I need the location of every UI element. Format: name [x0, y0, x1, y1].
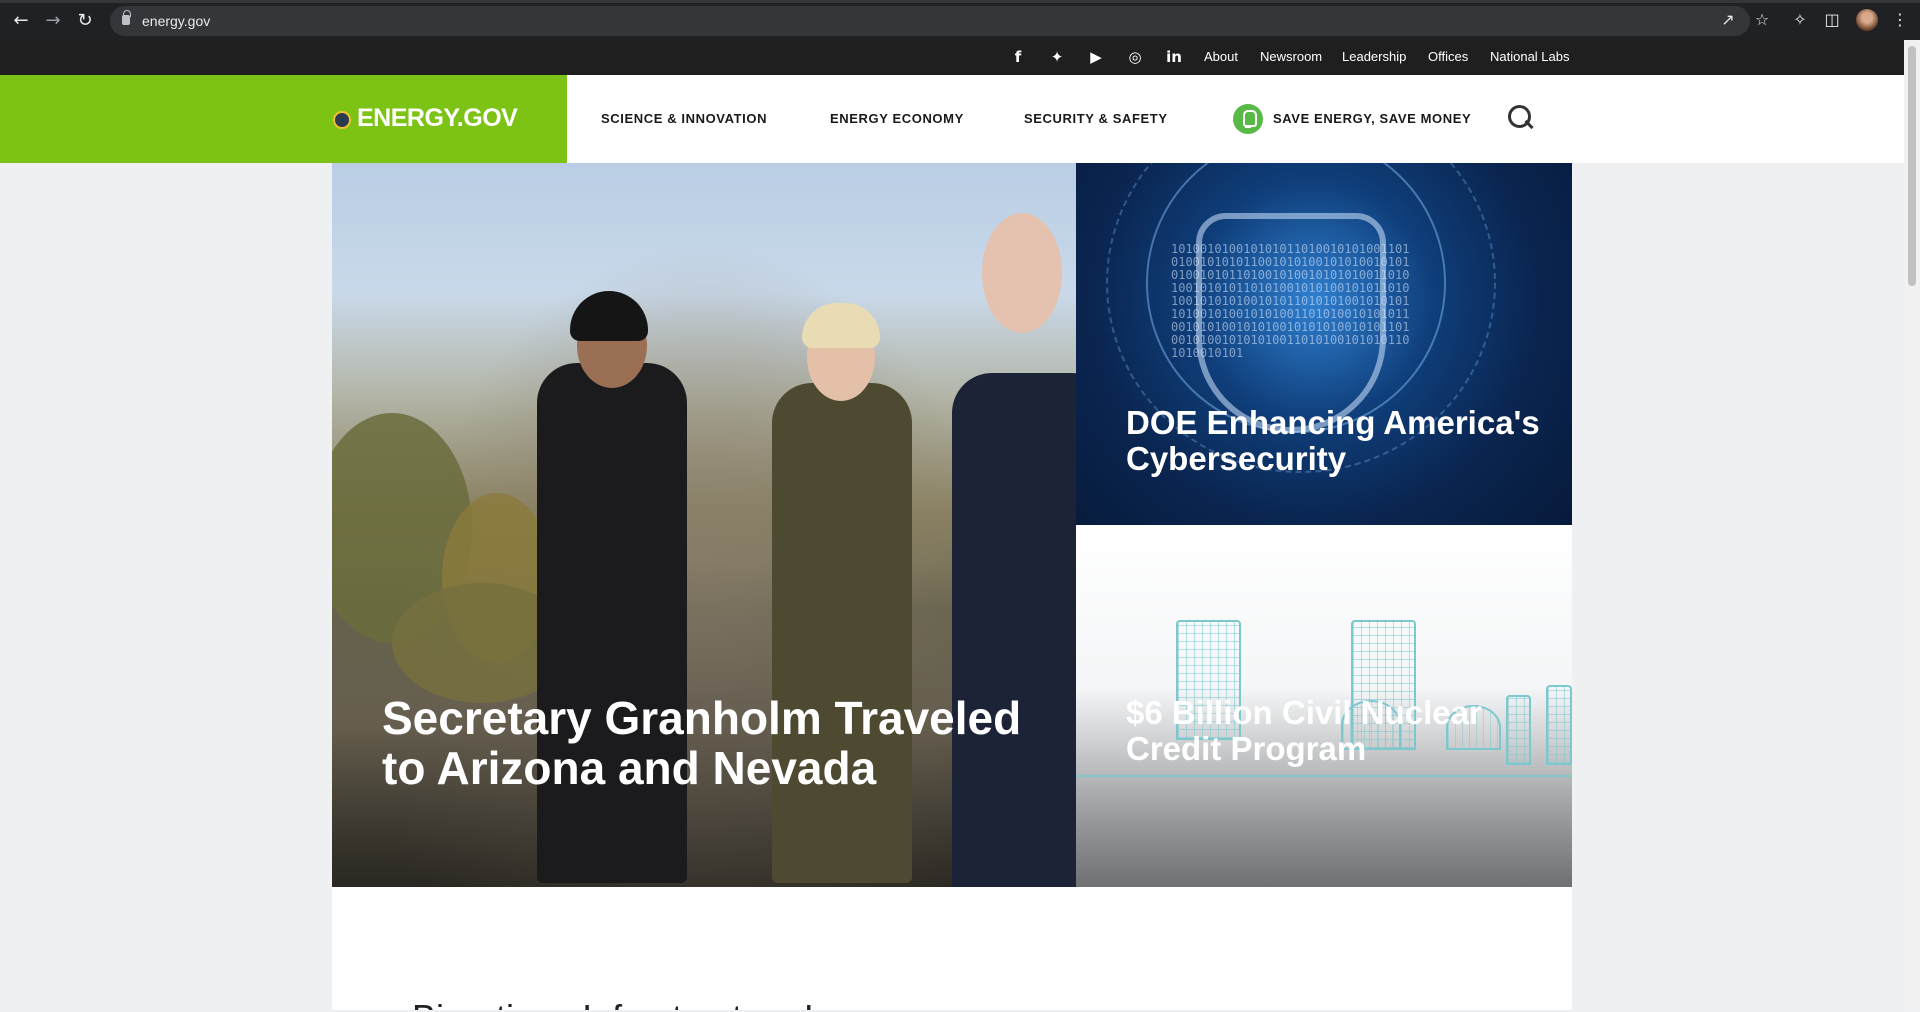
- tile-cybersecurity[interactable]: 1010010100101010110100101010011010100101…: [1076, 163, 1572, 525]
- content-section: Bipartisan Infrastructure Law: [332, 887, 1572, 1010]
- leadership-link[interactable]: Leadership: [1342, 49, 1406, 64]
- person-figure-image: [772, 383, 912, 883]
- bookmark-star-icon[interactable]: ☆: [1752, 10, 1772, 30]
- url-text: energy.gov: [142, 13, 211, 29]
- page-scrollbar[interactable]: [1904, 40, 1920, 1010]
- tile-title-civil-nuclear[interactable]: $6 Billion Civil Nuclear Credit Program: [1126, 695, 1546, 767]
- doe-seal-icon: [333, 111, 351, 129]
- shield-icon: [1196, 213, 1386, 433]
- newsroom-link[interactable]: Newsroom: [1260, 49, 1322, 64]
- tile-civil-nuclear[interactable]: $6 Billion Civil Nuclear Credit Program: [1076, 525, 1572, 887]
- facebook-icon[interactable]: f: [1008, 47, 1028, 67]
- nav-energy-economy[interactable]: ENERGY ECONOMY: [830, 111, 964, 126]
- logo-link[interactable]: ENERGY.GOV: [0, 75, 567, 163]
- address-bar[interactable]: energy.gov: [110, 6, 1750, 36]
- tile-title-cybersecurity[interactable]: DOE Enhancing America's Cybersecurity: [1126, 405, 1546, 477]
- back-arrow-icon[interactable]: ←: [10, 10, 32, 32]
- nav-security-safety[interactable]: SECURITY & SAFETY: [1024, 111, 1168, 126]
- about-link[interactable]: About: [1204, 49, 1238, 64]
- offices-link[interactable]: Offices: [1428, 49, 1468, 64]
- lightbulb-icon[interactable]: [1233, 104, 1263, 134]
- extensions-icon[interactable]: ✧: [1790, 10, 1810, 30]
- instagram-icon[interactable]: ◎: [1125, 47, 1145, 67]
- nav-science-innovation[interactable]: SCIENCE & INNOVATION: [601, 111, 767, 126]
- person-figure-image: [952, 373, 1076, 887]
- profile-avatar[interactable]: [1856, 9, 1878, 31]
- tab-strip-edge: [0, 0, 1920, 3]
- menu-kebab-icon[interactable]: ⋮: [1890, 10, 1910, 30]
- person-hair-image: [802, 303, 880, 348]
- youtube-icon[interactable]: ▶: [1086, 47, 1106, 67]
- nav-save-energy[interactable]: SAVE ENERGY, SAVE MONEY: [1273, 111, 1471, 126]
- hero-title[interactable]: Secretary Granholm Traveled to Arizona a…: [382, 693, 1022, 793]
- forward-arrow-icon[interactable]: →: [42, 10, 64, 32]
- site-header: ENERGY.GOV SCIENCE & INNOVATION ENERGY E…: [0, 75, 1904, 163]
- lock-icon[interactable]: [122, 10, 131, 25]
- linkedin-icon[interactable]: in: [1164, 47, 1184, 67]
- person-hair-image: [570, 291, 648, 341]
- browser-toolbar: ← → ↻ energy.gov ↗ ☆ ✧ ◫ ⋮: [0, 0, 1920, 40]
- side-panel-icon[interactable]: ◫: [1822, 10, 1842, 30]
- site-logo-text: ENERGY.GOV: [357, 104, 518, 132]
- page-viewport: f ✦ ▶ ◎ in About Newsroom Leadership Off…: [0, 40, 1904, 1010]
- reload-icon[interactable]: ↻: [74, 10, 96, 32]
- utility-bar: f ✦ ▶ ◎ in About Newsroom Leadership Off…: [0, 40, 1904, 75]
- section-heading[interactable]: Bipartisan Infrastructure Law: [412, 997, 870, 1010]
- scrollbar-thumb[interactable]: [1908, 46, 1916, 286]
- twitter-icon[interactable]: ✦: [1047, 47, 1067, 67]
- share-icon[interactable]: ↗: [1718, 10, 1738, 30]
- hero-feature-granholm[interactable]: Secretary Granholm Traveled to Arizona a…: [332, 163, 1076, 887]
- national-labs-link[interactable]: National Labs: [1490, 49, 1570, 64]
- person-figure-image: [537, 363, 687, 883]
- plant-ground-line: [1076, 775, 1572, 777]
- plant-building-graphic: [1546, 685, 1572, 765]
- person-head-image: [982, 213, 1062, 333]
- search-icon[interactable]: [1508, 105, 1534, 131]
